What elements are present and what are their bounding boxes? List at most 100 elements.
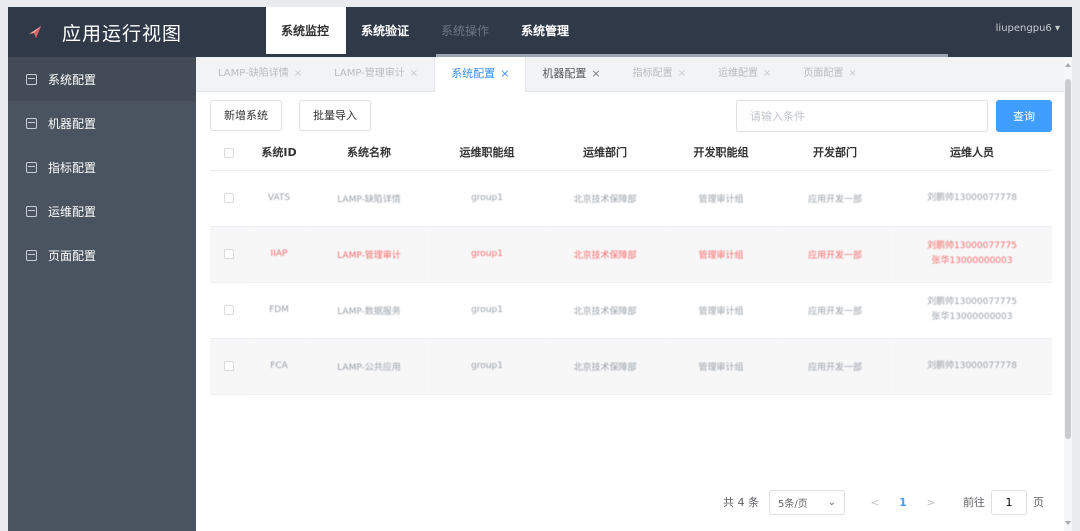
cell-ops-group: group1 <box>428 226 546 283</box>
chevron-down-icon: ⌄ <box>827 496 836 508</box>
prev-page-button[interactable]: < <box>861 496 889 509</box>
cell-dev-group: 管理审计组 <box>664 226 778 283</box>
add-system-button[interactable]: 新增系统 <box>210 100 282 131</box>
goto-page-input[interactable] <box>991 489 1027 515</box>
sidebar-item-ops-config[interactable]: 运维配置 <box>8 189 196 233</box>
printer-icon <box>26 161 37 173</box>
column-header[interactable]: 开发职能组 <box>664 135 778 171</box>
search-input[interactable] <box>736 100 988 132</box>
staff-line: 张华13000000003 <box>931 256 1013 266</box>
app-title: 应用运行视图 <box>62 22 183 45</box>
select-all-checkbox[interactable] <box>224 147 234 158</box>
tab-ops-config[interactable]: 运维配置 × <box>702 57 787 92</box>
cell-ops-dept: 北京技术保障部 <box>546 170 664 227</box>
cell-dev-group: 管理审计组 <box>664 170 778 227</box>
cell-dev-group: 管理审计组 <box>664 282 778 339</box>
scroll-up-icon[interactable] <box>1065 63 1071 67</box>
column-header[interactable]: 运维职能组 <box>428 135 546 171</box>
cell-system-id: IIAP <box>248 226 310 283</box>
cell-dev-group: 管理审计组 <box>664 338 778 395</box>
cell-ops-dept: 北京技术保障部 <box>546 226 664 283</box>
sidebar-item-label: 指标配置 <box>48 160 97 175</box>
table-row[interactable]: FDM LAMP-数据服务 group1 北京技术保障部 管理审计组 应用开发一… <box>210 282 1052 339</box>
column-header[interactable]: 开发部门 <box>778 135 892 171</box>
tab-metric-config[interactable]: 指标配置 × <box>617 57 702 92</box>
pagination-total: 共 4 条 <box>723 496 759 509</box>
table-row[interactable]: VATS LAMP-缺陷详情 group1 北京技术保障部 管理审计组 应用开发… <box>210 170 1052 227</box>
cell-system-name: LAMP-缺陷详情 <box>310 170 428 227</box>
page-size-value: 5条/页 <box>778 498 808 510</box>
row-checkbox[interactable] <box>224 360 234 371</box>
app-logo: 应用运行视图 <box>8 7 196 57</box>
tab-lamp-audit[interactable]: LAMP-管理审计 × <box>318 57 434 92</box>
scroll-down-icon[interactable] <box>1065 521 1071 525</box>
cell-ops-staff: 刘鹏帅13000077775 张华13000000003 <box>892 226 1052 283</box>
tab-machine-config[interactable]: 机器配置 × <box>526 57 616 92</box>
close-icon[interactable]: × <box>410 68 418 79</box>
close-icon[interactable]: × <box>294 68 302 79</box>
main-content: LAMP-缺陷详情 × LAMP-管理审计 × 系统配置 × 机器配置 × 指标配置 × … <box>196 57 1066 531</box>
vertical-scrollbar[interactable] <box>1064 57 1072 531</box>
staff-line: 刘鹏帅13000077778 <box>927 192 1017 203</box>
next-page-button[interactable]: > <box>917 496 945 509</box>
cell-system-name: LAMP-管理审计 <box>310 226 428 283</box>
tab-label: 机器配置 <box>542 67 587 80</box>
select-all-cell <box>210 135 248 171</box>
tab-label: 运维配置 <box>718 68 759 79</box>
close-icon[interactable]: × <box>591 67 600 80</box>
menu-system-monitor[interactable]: 系统监控 <box>266 7 347 57</box>
cell-ops-dept: 北京技术保障部 <box>546 338 664 395</box>
menu-system-management[interactable]: 系统管理 <box>506 7 586 57</box>
menu-system-verify[interactable]: 系统验证 <box>346 7 426 57</box>
close-icon[interactable]: × <box>500 67 509 80</box>
tab-label: LAMP-管理审计 <box>334 68 405 79</box>
cell-ops-staff: 刘鹏帅13000077778 <box>892 170 1052 227</box>
sidebar-item-page-config[interactable]: 页面配置 <box>8 233 196 277</box>
tab-page-config[interactable]: 页面配置 × <box>787 57 872 92</box>
cell-ops-staff: 刘鹏帅13000077778 <box>892 338 1052 395</box>
batch-import-button[interactable]: 批量导入 <box>299 100 371 131</box>
sidebar: 系统配置 机器配置 指标配置 运维配置 页面配置 <box>8 57 196 531</box>
column-header[interactable]: 运维人员 <box>892 135 1052 171</box>
close-icon[interactable]: × <box>678 68 686 79</box>
printer-icon <box>26 249 37 261</box>
column-header[interactable]: 运维部门 <box>546 135 664 171</box>
close-icon[interactable]: × <box>848 68 856 79</box>
page-number[interactable]: 1 <box>889 496 917 509</box>
sidebar-item-label: 页面配置 <box>48 248 97 263</box>
user-name: liupengpu6 <box>995 23 1052 34</box>
tab-system-config[interactable]: 系统配置 × <box>434 57 527 92</box>
menu-system-operation[interactable]: 系统操作 <box>426 7 506 57</box>
goto-label: 前往 <box>963 496 985 509</box>
cell-ops-group: group1 <box>428 282 546 339</box>
top-menu: 系统监控 系统验证 系统操作 系统管理 <box>266 7 586 57</box>
close-icon[interactable]: × <box>763 68 771 79</box>
tab-lamp-defects[interactable]: LAMP-缺陷详情 × <box>202 57 318 92</box>
cell-ops-dept: 北京技术保障部 <box>546 282 664 339</box>
sidebar-item-metric-config[interactable]: 指标配置 <box>8 145 196 189</box>
table-row[interactable]: IIAP LAMP-管理审计 group1 北京技术保障部 管理审计组 应用开发… <box>210 226 1052 283</box>
cell-system-name: LAMP-公共应用 <box>310 338 428 395</box>
table-header-row: 系统ID 系统名称 运维职能组 运维部门 开发职能组 开发部门 运维人员 <box>210 135 1052 171</box>
tab-label: 指标配置 <box>632 68 673 79</box>
column-header[interactable]: 系统ID <box>248 135 310 171</box>
cell-dev-dept: 应用开发一部 <box>778 170 892 227</box>
staff-line: 刘鹏帅13000077775 <box>927 297 1017 307</box>
row-checkbox[interactable] <box>224 248 234 259</box>
user-dropdown[interactable]: liupengpu6 ▾ <box>996 7 1060 57</box>
sidebar-item-machine-config[interactable]: 机器配置 <box>8 101 196 145</box>
cell-ops-group: group1 <box>428 170 546 227</box>
page-size-select[interactable]: 5条/页 ⌄ <box>769 489 845 515</box>
printer-icon <box>26 73 37 85</box>
sidebar-item-system-config[interactable]: 系统配置 <box>8 57 196 101</box>
toolbar: 新增系统 批量导入 查询 <box>210 100 1052 132</box>
system-table: 系统ID 系统名称 运维职能组 运维部门 开发职能组 开发部门 运维人员 VAT… <box>210 135 1052 395</box>
paper-plane-icon <box>29 26 41 38</box>
column-header[interactable]: 系统名称 <box>310 135 428 171</box>
table-row[interactable]: FCA LAMP-公共应用 group1 北京技术保障部 管理审计组 应用开发一… <box>210 338 1052 395</box>
query-button[interactable]: 查询 <box>996 100 1052 132</box>
row-checkbox[interactable] <box>224 304 234 315</box>
row-checkbox[interactable] <box>224 192 234 203</box>
scrollbar-thumb[interactable] <box>1065 79 1071 439</box>
tab-label: LAMP-缺陷详情 <box>218 68 289 79</box>
